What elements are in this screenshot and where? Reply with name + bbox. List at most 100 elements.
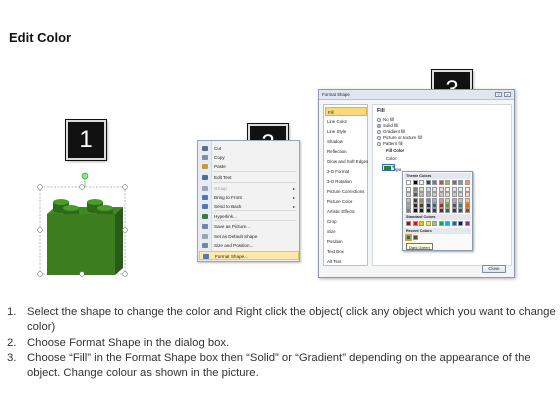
radio-button[interactable]: [377, 130, 381, 134]
nav-item-size[interactable]: Size: [325, 227, 367, 236]
nav-item-picture-color[interactable]: Picture Color: [325, 197, 367, 206]
theme-shade-swatch[interactable]: [412, 202, 418, 208]
nav-item-shadow[interactable]: Shadow: [325, 137, 367, 146]
theme-shade-swatch[interactable]: [438, 208, 444, 214]
theme-shade-swatch[interactable]: [458, 192, 463, 198]
nav-item-fill[interactable]: Fill: [325, 107, 367, 116]
theme-shade-swatch[interactable]: [412, 187, 418, 192]
radio-button[interactable]: [377, 118, 381, 122]
nav-item-text-box[interactable]: Text Box: [325, 247, 367, 256]
theme-shade-swatch[interactable]: [464, 202, 470, 208]
theme-shade-swatch[interactable]: [445, 187, 450, 192]
radio-button[interactable]: [377, 142, 381, 146]
theme-shade-swatch[interactable]: [451, 197, 457, 203]
theme-shade-swatch[interactable]: [425, 192, 431, 198]
theme-shade-swatch[interactable]: [406, 192, 411, 198]
theme-shade-swatch[interactable]: [406, 208, 411, 214]
menu-item-paste[interactable]: Paste: [199, 162, 299, 171]
theme-color-swatch[interactable]: [451, 180, 457, 185]
standard-color-swatch[interactable]: [425, 221, 431, 226]
standard-color-swatch[interactable]: [438, 221, 444, 226]
standard-color-swatch[interactable]: [412, 221, 418, 226]
theme-shade-swatch[interactable]: [464, 197, 470, 203]
theme-shade-swatch[interactable]: [425, 208, 431, 214]
standard-color-swatch[interactable]: [432, 221, 437, 226]
theme-shade-swatch[interactable]: [451, 208, 457, 214]
fill-option-picture-or-texture-fill[interactable]: Picture or texture fill: [377, 135, 422, 140]
theme-color-swatch[interactable]: [432, 180, 437, 185]
theme-shade-swatch[interactable]: [432, 202, 437, 208]
menu-item-hyperlink[interactable]: Hyperlink...: [199, 212, 299, 221]
nav-item-alt-text[interactable]: Alt Text: [325, 257, 367, 266]
menu-item-send-to-back[interactable]: Send to Back ▸: [199, 202, 299, 211]
theme-shade-swatch[interactable]: [438, 192, 444, 198]
fill-option-solid-fill[interactable]: Solid fill: [377, 123, 398, 128]
nav-item-artistic-effects[interactable]: Artistic Effects: [325, 207, 367, 216]
standard-color-swatch[interactable]: [451, 221, 457, 226]
theme-shade-swatch[interactable]: [458, 187, 463, 192]
theme-shade-swatch[interactable]: [406, 202, 411, 208]
theme-shade-swatch[interactable]: [438, 187, 444, 192]
close-button[interactable]: Close: [482, 265, 506, 273]
theme-shade-swatch[interactable]: [451, 192, 457, 198]
menu-item-save-as-picture[interactable]: Save as Picture...: [199, 222, 299, 231]
nav-item-reflection[interactable]: Reflection: [325, 147, 367, 156]
standard-color-swatch[interactable]: [464, 221, 470, 226]
theme-shade-swatch[interactable]: [445, 197, 450, 203]
theme-color-swatch[interactable]: [419, 180, 424, 185]
fill-option-no-fill[interactable]: No fill: [377, 117, 394, 122]
theme-shade-swatch[interactable]: [445, 208, 450, 214]
radio-button[interactable]: [377, 124, 381, 128]
close-icon[interactable]: ×: [504, 92, 511, 97]
radio-button[interactable]: [377, 136, 381, 140]
menu-item-set-as-default-shape[interactable]: Set as Default Shape: [199, 232, 299, 241]
fill-option-gradient-fill[interactable]: Gradient fill: [377, 129, 405, 134]
theme-shade-swatch[interactable]: [419, 187, 424, 192]
theme-color-swatch[interactable]: [406, 180, 411, 185]
menu-item-edit-text[interactable]: Edit Text: [199, 173, 299, 182]
theme-shade-swatch[interactable]: [419, 197, 424, 203]
nav-item-line-color[interactable]: Line Color: [325, 117, 367, 126]
nav-item-line-style[interactable]: Line Style: [325, 127, 367, 136]
nav-item-3-d-rotation[interactable]: 3-D Rotation: [325, 177, 367, 186]
theme-shade-swatch[interactable]: [458, 197, 463, 203]
standard-color-swatch[interactable]: [406, 221, 411, 226]
fill-option-pattern-fill[interactable]: Pattern fill: [377, 141, 403, 146]
theme-shade-swatch[interactable]: [419, 192, 424, 198]
theme-shade-swatch[interactable]: [464, 192, 470, 198]
theme-shade-swatch[interactable]: [445, 202, 450, 208]
menu-item-format-shape[interactable]: Format Shape...: [199, 251, 299, 260]
theme-shade-swatch[interactable]: [451, 202, 457, 208]
menu-item-bring-to-front[interactable]: Bring to Front ▸: [199, 193, 299, 202]
theme-shade-swatch[interactable]: [432, 187, 437, 192]
menu-item-copy[interactable]: Copy: [199, 153, 299, 162]
theme-color-swatch[interactable]: [438, 180, 444, 185]
fill-color-button[interactable]: ▾: [382, 164, 395, 171]
brick-shape[interactable]: [35, 172, 135, 278]
standard-color-swatch[interactable]: [445, 221, 450, 226]
theme-shade-swatch[interactable]: [406, 197, 411, 203]
theme-shade-swatch[interactable]: [458, 202, 463, 208]
theme-shade-swatch[interactable]: [425, 187, 431, 192]
rotation-handle[interactable]: [81, 172, 89, 180]
help-icon[interactable]: ?: [495, 92, 502, 97]
theme-shade-swatch[interactable]: [432, 208, 437, 214]
recent-color-swatch[interactable]: [412, 235, 418, 240]
theme-shade-swatch[interactable]: [451, 187, 457, 192]
nav-item-3-d-format[interactable]: 3-D Format: [325, 167, 367, 176]
theme-color-swatch[interactable]: [458, 180, 463, 185]
theme-color-swatch[interactable]: [412, 180, 418, 185]
theme-shade-swatch[interactable]: [458, 208, 463, 214]
theme-shade-swatch[interactable]: [445, 192, 450, 198]
theme-shade-swatch[interactable]: [432, 197, 437, 203]
theme-shade-swatch[interactable]: [412, 192, 418, 198]
theme-shade-swatch[interactable]: [425, 202, 431, 208]
theme-shade-swatch[interactable]: [412, 208, 418, 214]
theme-shade-swatch[interactable]: [438, 202, 444, 208]
menu-item-group[interactable]: Group ▸: [199, 184, 299, 193]
theme-shade-swatch[interactable]: [419, 208, 424, 214]
theme-color-swatch[interactable]: [445, 180, 450, 185]
recent-color-swatch[interactable]: [405, 234, 412, 241]
theme-shade-swatch[interactable]: [464, 208, 470, 214]
standard-color-swatch[interactable]: [419, 221, 424, 226]
